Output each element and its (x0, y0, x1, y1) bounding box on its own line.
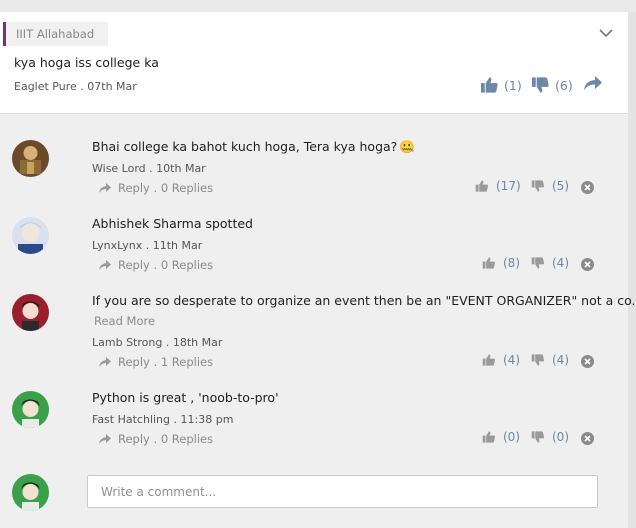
comment-input[interactable] (87, 475, 598, 508)
reply-arrow-icon (99, 260, 111, 270)
comment-date: 11th Mar (152, 239, 203, 252)
comment-author[interactable]: Wise Lord (92, 162, 146, 175)
comment-text: Python is great , 'noob-to-pro' (92, 390, 279, 405)
comment-date: 18th Mar (172, 336, 223, 349)
comment-meta: LynxLynx . 11th Mar (92, 239, 203, 252)
comment-upvote-count: (0) (503, 430, 520, 444)
thumbs-up-icon (482, 257, 496, 269)
comment-downvote-count: (0) (552, 430, 569, 444)
emoji: 🤐 (399, 139, 415, 154)
reply-label: Reply . 1 Replies (118, 355, 214, 369)
post-author[interactable]: Eaglet Pure (14, 80, 77, 93)
post-title: kya hoga iss college ka (14, 55, 159, 70)
comment-upvote-button[interactable]: (17) (475, 179, 521, 193)
delete-icon[interactable] (581, 432, 594, 445)
reply-button[interactable]: Reply . 0 Replies (98, 181, 213, 195)
reply-arrow-icon (99, 434, 111, 444)
thumbs-up-icon (482, 354, 496, 366)
delete-icon[interactable] (581, 355, 594, 368)
thumbs-down-icon (531, 180, 545, 192)
comment-upvote-button[interactable]: (0) (482, 430, 520, 444)
thumbs-down-icon (531, 257, 545, 269)
comment-date: 10th Mar (156, 162, 206, 175)
avatar[interactable] (12, 391, 49, 428)
comment-meta: Fast Hatchling . 11:38 pm (92, 413, 234, 426)
post-downvote-count: (6) (555, 77, 573, 93)
avatar[interactable] (12, 140, 49, 177)
avatar[interactable] (12, 294, 49, 331)
comment-text: If you are so desperate to organize an e… (92, 293, 636, 308)
reply-label: Reply . 0 Replies (118, 181, 214, 195)
group-tag[interactable]: IIIT Allahabad (3, 22, 109, 46)
comment-downvote-button[interactable]: (4) (531, 353, 569, 367)
reply-button[interactable]: Reply . 1 Replies (98, 355, 213, 369)
reply-button[interactable]: Reply . 0 Replies (98, 258, 213, 272)
comment-text: Bhai college ka bahot kuch hoga, Tera ky… (92, 139, 415, 154)
comment-upvote-button[interactable]: (8) (482, 256, 520, 270)
top-strip (0, 0, 636, 12)
avatar[interactable] (12, 217, 49, 254)
reply-arrow-icon (99, 357, 111, 367)
delete-icon[interactable] (581, 181, 594, 194)
post-upvote-button[interactable]: (1) (480, 76, 522, 94)
right-shade (628, 12, 636, 528)
comment-meta: Wise Lord . 10th Mar (92, 162, 206, 175)
thumbs-up-icon (480, 77, 498, 93)
delete-icon[interactable] (581, 258, 594, 271)
comment-author[interactable]: LynxLynx (92, 239, 142, 252)
thumbs-down-icon (531, 77, 549, 93)
comment-text: Abhishek Sharma spotted (92, 216, 253, 231)
comment-downvote-button[interactable]: (4) (531, 256, 569, 270)
thumbs-down-icon (531, 354, 545, 366)
avatar[interactable] (12, 474, 49, 511)
comment-upvote-count: (17) (496, 179, 521, 193)
post-card: IIIT Allahabad kya hoga iss college ka E… (0, 12, 628, 114)
comment-author[interactable]: Lamb Strong (92, 336, 162, 349)
thumbs-down-icon (531, 431, 545, 443)
post-downvote-button[interactable]: (6) (531, 76, 573, 94)
post-date: 07th Mar (87, 80, 137, 93)
reply-label: Reply . 0 Replies (118, 258, 214, 272)
thumbs-up-icon (475, 180, 489, 192)
comment-downvote-count: (4) (552, 353, 569, 367)
comment-author[interactable]: Fast Hatchling (92, 413, 170, 426)
comment-upvote-count: (8) (503, 256, 520, 270)
post-meta: Eaglet Pure . 07th Mar (14, 80, 137, 93)
comment-downvote-button[interactable]: (0) (531, 430, 569, 444)
comment-downvote-count: (4) (552, 256, 569, 270)
comment-meta: Lamb Strong . 18th Mar (92, 336, 223, 349)
reply-label: Reply . 0 Replies (118, 432, 214, 446)
comment-upvote-button[interactable]: (4) (482, 353, 520, 367)
comment-downvote-count: (5) (552, 179, 569, 193)
chevron-down-icon[interactable] (597, 26, 615, 40)
comment-upvote-count: (4) (503, 353, 520, 367)
read-more-link[interactable]: Read More (94, 314, 155, 328)
share-icon[interactable] (582, 74, 604, 92)
comment-downvote-button[interactable]: (5) (531, 179, 569, 193)
reply-button[interactable]: Reply . 0 Replies (98, 432, 213, 446)
reply-arrow-icon (99, 183, 111, 193)
thumbs-up-icon (482, 431, 496, 443)
comment-date: 11:38 pm (180, 413, 234, 426)
post-upvote-count: (1) (504, 77, 522, 93)
